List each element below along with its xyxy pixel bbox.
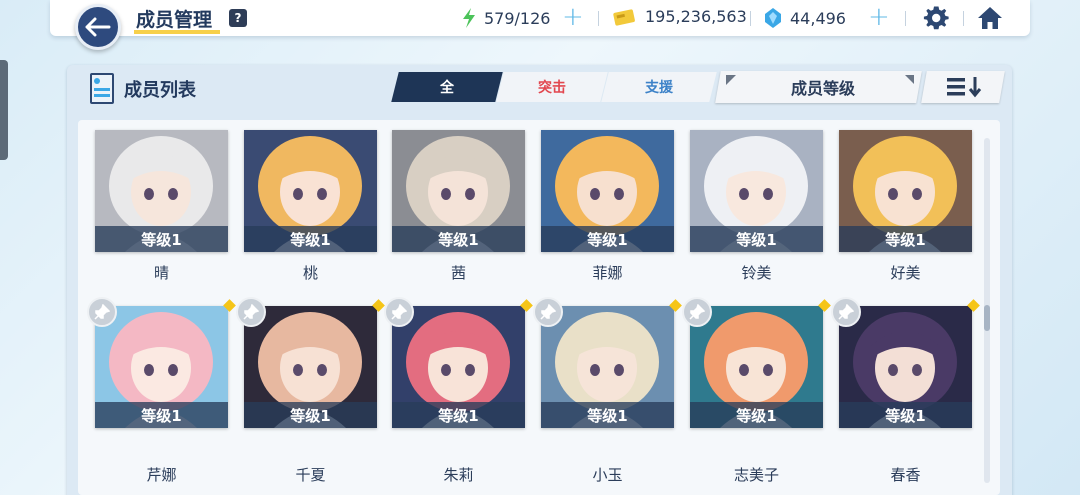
divider (598, 11, 599, 26)
member-name: 志美子 (733, 466, 779, 484)
stamina-display: 579/126 (460, 7, 550, 29)
member-card[interactable]: 等级1 (839, 130, 972, 252)
home-icon[interactable] (977, 5, 1003, 31)
member-card[interactable]: 等级1 (244, 130, 377, 252)
member-level: 等级1 (839, 402, 972, 428)
member-name: 春香 (890, 466, 921, 484)
tab-assault[interactable]: 突击 (496, 72, 608, 102)
member-card[interactable]: 等级1 (95, 306, 228, 428)
tab-label: 全 (440, 80, 454, 96)
member-card[interactable]: 等级1 (690, 130, 823, 252)
member-name: 菲娜 (592, 264, 623, 282)
settings-gear-icon[interactable] (923, 5, 949, 31)
pin-icon[interactable] (87, 297, 117, 327)
list-sort-descending-icon[interactable] (945, 76, 985, 98)
tab-all[interactable]: 全 (391, 72, 503, 102)
tab-label: 突击 (538, 80, 566, 96)
add-gems-button[interactable]: + (868, 3, 890, 31)
tab-label: 支援 (645, 80, 673, 96)
credit-card-icon (613, 8, 635, 26)
member-level: 等级1 (392, 402, 525, 428)
member-name: 铃美 (741, 264, 772, 282)
credits-display: 195,236,563 (613, 7, 747, 26)
sort-label[interactable]: 成员等级 (718, 71, 928, 103)
gem-icon (765, 8, 781, 28)
add-stamina-button[interactable]: + (562, 3, 584, 31)
scrollbar-thumb[interactable] (984, 305, 990, 331)
member-level: 等级1 (690, 402, 823, 428)
lightning-icon (463, 8, 475, 28)
back-button[interactable] (75, 4, 121, 50)
credits-value: 195,236,563 (645, 7, 747, 26)
gems-display: 44,496 (764, 7, 846, 29)
pin-icon[interactable] (533, 297, 563, 327)
tab-support[interactable]: 支援 (601, 72, 717, 102)
member-level: 等级1 (95, 402, 228, 428)
pin-icon[interactable] (384, 297, 414, 327)
member-card[interactable]: 等级1 (541, 130, 674, 252)
member-name: 晴 (153, 264, 169, 282)
member-list-icon (90, 73, 114, 104)
member-card[interactable]: 等级1 (95, 130, 228, 252)
stamina-value: 579/126 (484, 8, 551, 28)
pin-icon[interactable] (831, 297, 861, 327)
page-title: 成员管理 (136, 9, 213, 31)
member-name: 好美 (890, 264, 921, 282)
help-button[interactable]: ? (229, 9, 247, 27)
panel-title: 成员列表 (124, 80, 196, 101)
member-card[interactable]: 等级1 (392, 130, 525, 252)
divider (750, 11, 751, 26)
member-name: 朱莉 (443, 466, 474, 484)
arrow-left-icon (85, 17, 111, 37)
divider (963, 11, 964, 26)
pin-icon[interactable] (236, 297, 266, 327)
member-level: 等级1 (95, 226, 228, 252)
member-level: 等级1 (244, 402, 377, 428)
member-name: 芹娜 (146, 466, 177, 484)
member-level: 等级1 (244, 226, 377, 252)
edge-handle (0, 60, 8, 160)
gems-value: 44,496 (790, 8, 846, 28)
member-level: 等级1 (541, 402, 674, 428)
member-name: 桃 (302, 264, 318, 282)
member-level: 等级1 (839, 226, 972, 252)
divider (905, 11, 906, 26)
member-card[interactable]: 等级1 (839, 306, 972, 428)
title-underline (134, 30, 220, 34)
member-card[interactable]: 等级1 (690, 306, 823, 428)
member-level: 等级1 (392, 226, 525, 252)
member-card[interactable]: 等级1 (541, 306, 674, 428)
member-card[interactable]: 等级1 (244, 306, 377, 428)
member-name: 小玉 (592, 466, 623, 484)
member-level: 等级1 (690, 226, 823, 252)
pin-icon[interactable] (682, 297, 712, 327)
member-level: 等级1 (541, 226, 674, 252)
member-card[interactable]: 等级1 (392, 306, 525, 428)
member-name: 茜 (450, 264, 466, 282)
member-name: 千夏 (295, 466, 326, 484)
